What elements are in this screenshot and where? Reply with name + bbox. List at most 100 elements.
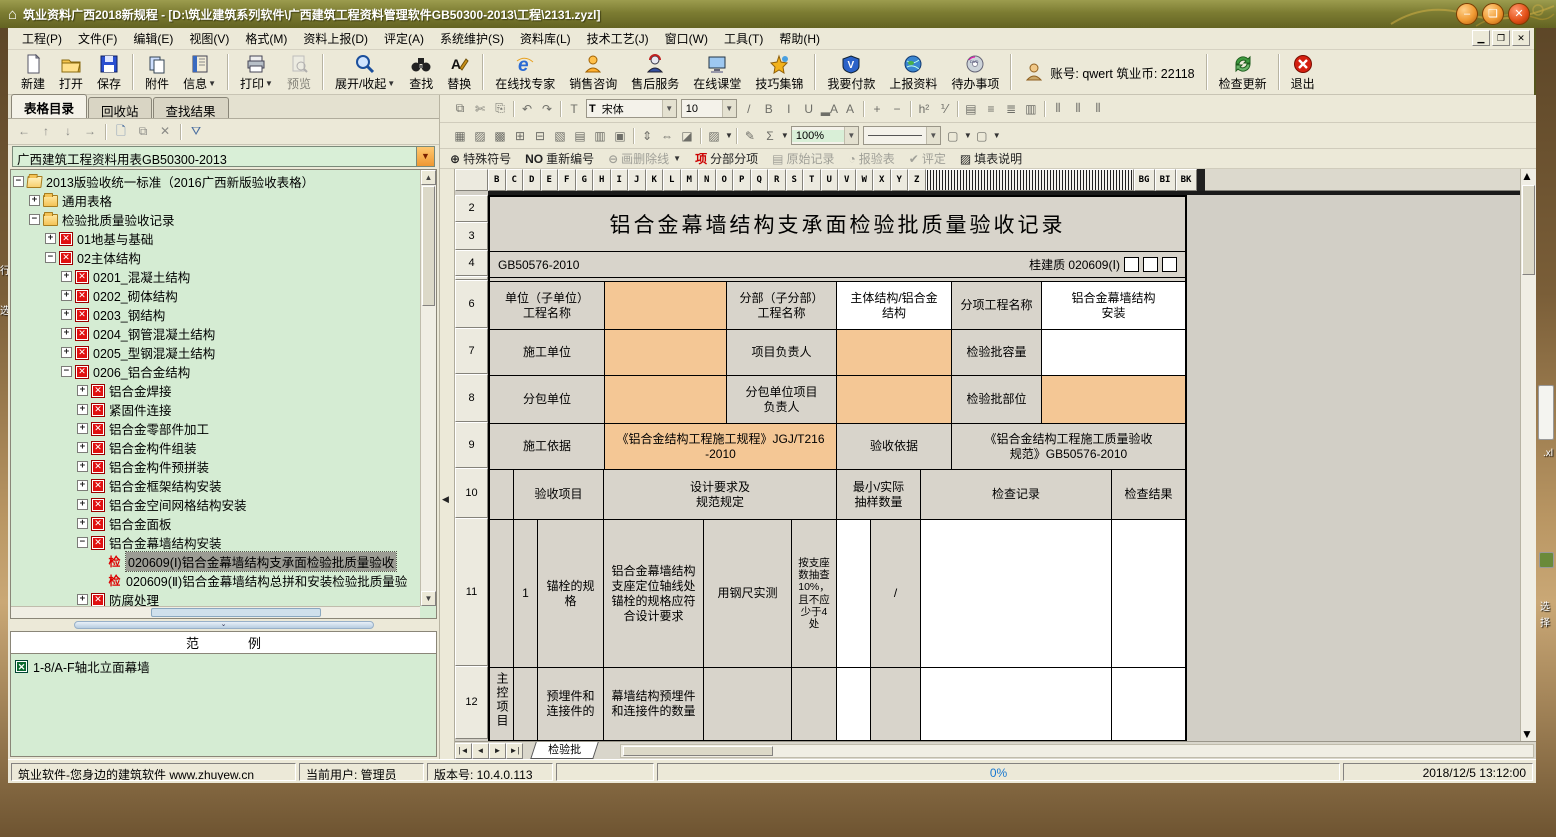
menu-item-11[interactable]: 窗口(W)	[657, 27, 716, 50]
table-cell[interactable]: 检查结果	[1112, 470, 1185, 520]
eraser-button[interactable]: ◪	[677, 126, 697, 146]
row-header-8[interactable]: 8	[455, 374, 488, 422]
combobox-dropdown-icon[interactable]: ▼	[926, 127, 940, 144]
copy-node-icon[interactable]: ⧉	[133, 122, 153, 142]
assessment-button[interactable]: ✔评定	[909, 150, 946, 167]
table-cell[interactable]	[1112, 668, 1185, 741]
table-cell[interactable]	[837, 668, 871, 741]
mdi-minimize-button[interactable]: ▁	[1472, 30, 1490, 46]
table-cell[interactable]: 设计要求及 规范规定	[604, 470, 837, 520]
line-combobox[interactable]: ▼	[863, 126, 941, 145]
add-node-icon[interactable]: 🗋	[111, 122, 131, 142]
toolbar-button-tips[interactable]: 技巧集锦	[748, 50, 810, 94]
align-center-button[interactable]: ≣	[1001, 99, 1021, 119]
column-header-Y[interactable]: Y	[891, 169, 909, 191]
delete-row-button[interactable]: ⊟	[530, 126, 550, 146]
menu-item-10[interactable]: 技术工艺(J)	[579, 27, 657, 50]
distribute-3-button[interactable]: ⦀	[1088, 99, 1108, 119]
table-cell[interactable]: 1	[514, 520, 538, 668]
tree-item[interactable]: −✕铝合金幕墙结构安装	[11, 533, 420, 552]
insert-col-button[interactable]: ▧	[550, 126, 570, 146]
row-header-10[interactable]: 10	[455, 468, 488, 518]
sheet-corner-box[interactable]	[455, 169, 488, 191]
tree-toggle-collapse-icon[interactable]: −	[61, 366, 72, 377]
column-header-T[interactable]: T	[803, 169, 821, 191]
tab-查找结果[interactable]: 查找结果	[153, 97, 229, 118]
distribute-2-button[interactable]: ⦀	[1068, 99, 1088, 119]
dropdown-arrow-icon[interactable]: ▼	[387, 79, 395, 88]
table-cell[interactable]	[1112, 520, 1185, 668]
tree-toggle-collapse-icon[interactable]: −	[45, 252, 56, 263]
sub-items-button[interactable]: 项分部分项	[695, 150, 758, 167]
underline-button[interactable]: U	[799, 99, 819, 119]
tree-toggle-expand-icon[interactable]: +	[61, 290, 72, 301]
menu-item-4[interactable]: 视图(V)	[181, 27, 237, 50]
tree-item[interactable]: +✕铝合金焊接	[11, 381, 420, 400]
code-checkbox[interactable]	[1162, 257, 1177, 272]
table-cell[interactable]: 分包单位	[490, 376, 605, 424]
toolbar-button-new-doc[interactable]: 新建	[14, 50, 52, 94]
column-header-S[interactable]: S	[786, 169, 804, 191]
table-cell[interactable]: 《铝合金结构工程施工质量验收 规范》GB50576-2010	[952, 424, 1185, 470]
row-header-6[interactable]: 6	[455, 280, 488, 328]
scroll-up-icon[interactable]: ▲	[421, 170, 436, 185]
tree-toggle-expand-icon[interactable]: +	[45, 233, 56, 244]
table-cell[interactable]: 施工依据	[490, 424, 605, 470]
table-cell[interactable]: 项目负责人	[727, 330, 837, 376]
column-header-N[interactable]: N	[698, 169, 716, 191]
tree-item[interactable]: +✕铝合金面板	[11, 514, 420, 533]
column-header-E[interactable]: E	[541, 169, 559, 191]
dropdown-arrow-icon[interactable]: ▼	[993, 131, 1001, 140]
tab-回收站[interactable]: 回收站	[88, 97, 152, 118]
table-cell[interactable]: 用钢尺实测	[704, 520, 792, 668]
menu-item-6[interactable]: 资料上报(D)	[295, 27, 376, 50]
toolbar-button-classroom[interactable]: 在线课堂	[686, 50, 748, 94]
fill-color-button[interactable]: ▂A	[819, 99, 840, 119]
sum-button[interactable]: Σ	[760, 126, 780, 146]
column-header-Q[interactable]: Q	[751, 169, 769, 191]
tree-toggle-expand-icon[interactable]: +	[77, 442, 88, 453]
scrollbar-thumb[interactable]	[1522, 185, 1535, 275]
table-cell[interactable]	[605, 330, 727, 376]
column-header-U[interactable]: U	[821, 169, 839, 191]
toolbar-button-update[interactable]: 检查更新	[1212, 50, 1274, 94]
example-list-item[interactable]: ✕1-8/A-F轴北立面幕墙	[15, 657, 432, 676]
toolbar-button-replace[interactable]: A替换	[440, 50, 478, 94]
col-width-button[interactable]: ⇔	[657, 126, 677, 146]
row-header-9[interactable]: 9	[455, 422, 488, 468]
cut-button[interactable]: ✄	[470, 99, 490, 119]
tree-toggle-expand-icon[interactable]: +	[77, 385, 88, 396]
column-header-V[interactable]: V	[838, 169, 856, 191]
column-headers-compressed[interactable]	[926, 169, 1134, 191]
format-brush-button[interactable]: /	[739, 99, 759, 119]
tree-toggle-expand-icon[interactable]: +	[77, 404, 88, 415]
toolbar-button-open-folder[interactable]: 打开	[52, 50, 90, 94]
combobox-dropdown-icon[interactable]: ▼	[662, 100, 676, 117]
nav-forward-icon[interactable]: →	[80, 122, 100, 142]
scroll-down-icon[interactable]: ▼	[421, 591, 436, 606]
table-cell[interactable]	[837, 330, 952, 376]
table-cell[interactable]: 检查记录	[921, 470, 1112, 520]
bold-button[interactable]: B	[759, 99, 779, 119]
column-header-F[interactable]: F	[558, 169, 576, 191]
italic-button[interactable]: I	[779, 99, 799, 119]
table-cell[interactable]: 按支座 数抽查 10%， 且不应 少于4 处	[792, 520, 837, 668]
table-cell[interactable]	[871, 668, 921, 741]
close-button[interactable]: ✕	[1508, 3, 1530, 25]
column-header-Z[interactable]: Z	[908, 169, 926, 191]
minimize-button[interactable]: ‒	[1456, 3, 1478, 25]
redo-button[interactable]: ↷	[537, 99, 557, 119]
menu-item-1[interactable]: 工程(P)	[14, 27, 70, 50]
mdi-restore-button[interactable]: ❐	[1492, 30, 1510, 46]
fill-down-button[interactable]: ▤	[570, 126, 590, 146]
table-cell[interactable]	[837, 376, 952, 424]
table-cell[interactable]	[605, 376, 727, 424]
tree-item[interactable]: +✕01地基与基础	[11, 229, 420, 248]
align-justify-button[interactable]: ▤	[961, 99, 981, 119]
column-header-G[interactable]: G	[576, 169, 594, 191]
column-header-P[interactable]: P	[733, 169, 751, 191]
font-color-button[interactable]: A	[840, 99, 860, 119]
row-header-3[interactable]: 3	[455, 222, 488, 250]
table-cell[interactable]: 主控项目	[490, 668, 514, 741]
special-symbols-button[interactable]: ⊕特殊符号	[450, 150, 511, 167]
